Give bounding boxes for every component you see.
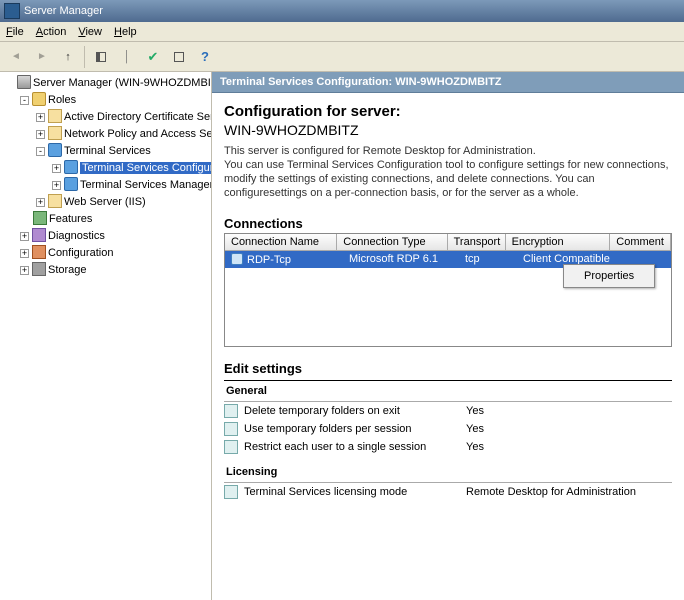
tree-ts-config[interactable]: +Terminal Services Configura <box>52 160 211 177</box>
connection-row[interactable]: RDP-Tcp Microsoft RDP 6.1 tcp Client Com… <box>225 251 671 268</box>
setting-use-temp-folders[interactable]: Use temporary folders per session Yes <box>224 420 672 438</box>
menubar: FFileile Action View Help <box>0 22 684 42</box>
setting-licensing-mode[interactable]: Terminal Services licensing mode Remote … <box>224 483 672 501</box>
tree-root[interactable]: Server Manager (WIN-9WHOZDMBITZ) -Roles … <box>4 75 211 279</box>
tree-features[interactable]: Features <box>20 211 211 228</box>
connections-heading: Connections <box>224 216 672 231</box>
toolbar-item[interactable] <box>115 45 139 69</box>
tree-adcs[interactable]: +Active Directory Certificate Serv <box>36 109 211 126</box>
menu-help[interactable]: Help <box>114 26 137 38</box>
collapse-icon[interactable]: - <box>36 147 45 156</box>
expand-icon[interactable]: + <box>52 164 61 173</box>
folder-icon <box>48 109 62 123</box>
app-icon <box>4 3 20 19</box>
window-titlebar: Server Manager <box>0 0 684 22</box>
server-name: WIN-9WHOZDMBITZ <box>224 122 672 138</box>
roles-icon <box>32 92 46 106</box>
col-comment[interactable]: Comment <box>610 234 671 250</box>
connections-grid[interactable]: Connection Name Connection Type Transpor… <box>224 233 672 347</box>
tree-storage[interactable]: +Storage <box>20 262 211 279</box>
setting-icon <box>224 440 238 454</box>
expand-icon[interactable]: + <box>20 232 29 241</box>
col-transport[interactable]: Transport <box>448 234 506 250</box>
col-encryption[interactable]: Encryption <box>506 234 611 250</box>
menu-action[interactable]: Action <box>36 26 67 38</box>
features-icon <box>33 211 47 225</box>
configuration-icon <box>32 245 46 259</box>
tree-configuration[interactable]: +Configuration <box>20 245 211 262</box>
toolbar-separator <box>84 46 85 68</box>
tree-ts-manager[interactable]: +Terminal Services Manager <box>52 177 211 194</box>
toolbar: ✔ ? <box>0 42 684 72</box>
expand-icon[interactable]: + <box>36 198 45 207</box>
expand-icon[interactable]: + <box>20 266 29 275</box>
context-menu[interactable]: Properties <box>563 264 655 288</box>
toolbar-item-2[interactable] <box>167 45 191 69</box>
toolbar-panel-button[interactable] <box>89 45 113 69</box>
nav-back-button[interactable] <box>4 45 28 69</box>
tree-roles[interactable]: -Roles +Active Directory Certificate Ser… <box>20 92 211 211</box>
menu-view[interactable]: View <box>78 26 102 38</box>
tree-diagnostics[interactable]: +Diagnostics <box>20 228 211 245</box>
ts-config-icon <box>64 160 78 174</box>
ts-manager-icon <box>64 177 78 191</box>
toolbar-checklist-button[interactable]: ✔ <box>141 45 165 69</box>
setting-icon <box>224 485 238 499</box>
licensing-heading: Licensing <box>224 462 672 483</box>
expand-icon[interactable]: + <box>36 130 45 139</box>
setting-icon <box>224 422 238 436</box>
nav-up-button[interactable] <box>56 45 80 69</box>
col-connection-name[interactable]: Connection Name <box>225 234 337 250</box>
setting-icon <box>224 404 238 418</box>
config-for-heading: Configuration for server: <box>224 103 672 120</box>
collapse-icon[interactable]: - <box>20 96 29 105</box>
expand-icon[interactable]: + <box>36 113 45 122</box>
grid-header: Connection Name Connection Type Transpor… <box>225 234 671 251</box>
storage-icon <box>32 262 46 276</box>
col-connection-type[interactable]: Connection Type <box>337 234 447 250</box>
iis-icon <box>48 194 62 208</box>
tree-npas[interactable]: +Network Policy and Access Serv <box>36 126 211 143</box>
navigation-tree[interactable]: Server Manager (WIN-9WHOZDMBITZ) -Roles … <box>0 72 212 600</box>
content-header: Terminal Services Configuration: WIN-9WH… <box>212 72 684 93</box>
tree-iis[interactable]: +Web Server (IIS) <box>36 194 211 211</box>
setting-restrict-session[interactable]: Restrict each user to a single session Y… <box>224 438 672 456</box>
menu-file[interactable]: FFileile <box>6 26 24 38</box>
window-title: Server Manager <box>24 5 103 17</box>
tree-ts[interactable]: -Terminal Services +Terminal Services Co… <box>36 143 211 194</box>
expand-icon[interactable]: + <box>52 181 61 190</box>
content-pane: Terminal Services Configuration: WIN-9WH… <box>212 72 684 600</box>
diagnostics-icon <box>32 228 46 242</box>
help-button[interactable]: ? <box>193 45 217 69</box>
expand-icon[interactable]: + <box>20 249 29 258</box>
setting-delete-temp-folders[interactable]: Delete temporary folders on exit Yes <box>224 402 672 420</box>
terminal-services-icon <box>48 143 62 157</box>
context-properties[interactable]: Properties <box>570 267 648 285</box>
server-icon <box>17 75 31 89</box>
general-heading: General <box>224 381 672 402</box>
server-description: This server is configured for Remote Des… <box>224 144 672 200</box>
edit-settings-heading: Edit settings <box>224 361 672 376</box>
nav-forward-button[interactable] <box>30 45 54 69</box>
connection-icon <box>231 253 243 265</box>
folder-icon <box>48 126 62 140</box>
